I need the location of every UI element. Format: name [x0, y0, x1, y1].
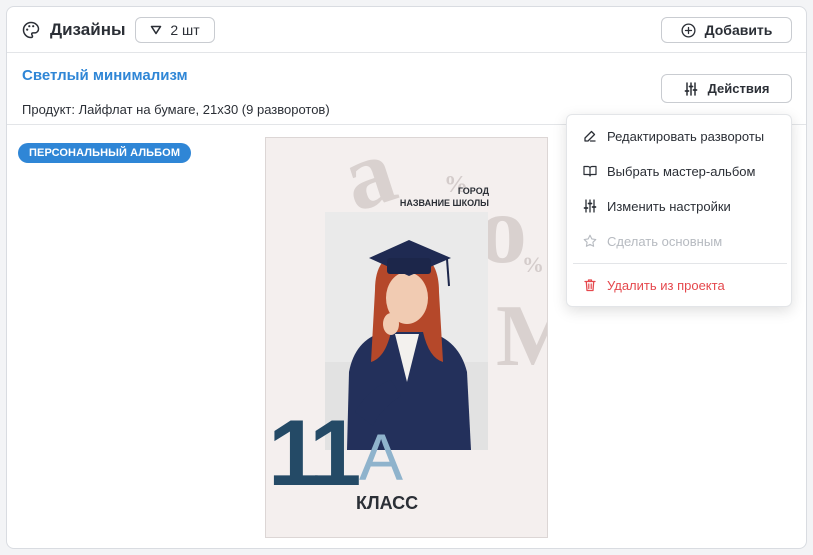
cover-decoration: M: [496, 286, 547, 387]
cover-class-number: 11: [268, 400, 361, 505]
cover-city-school: ГОРОД НАЗВАНИЕ ШКОЛЫ: [400, 185, 489, 209]
cover-class-word: КЛАСС: [356, 493, 419, 513]
menu-item-label: Удалить из проекта: [607, 277, 725, 293]
actions-menu: Редактировать развороты Выбрать мастер-а…: [566, 114, 792, 307]
design-name-link[interactable]: Светлый минимализм: [22, 67, 188, 84]
caret-down-icon: [151, 25, 162, 35]
album-cover-preview[interactable]: а o M % % ГОРОД НАЗВАНИЕ ШКОЛЫ: [265, 137, 548, 538]
page-title: Дизайны: [50, 20, 126, 39]
sliders-icon: [583, 199, 597, 213]
actions-button[interactable]: Действия: [661, 74, 792, 103]
edit-icon: [584, 130, 596, 142]
designs-card: Дизайны 2 шт Добавить Светлый минимализм…: [6, 6, 807, 549]
design-count-label: 2 шт: [170, 22, 200, 38]
menu-item-edit-spreads[interactable]: Редактировать развороты: [567, 119, 791, 153]
design-count-dropdown[interactable]: 2 шт: [135, 17, 215, 43]
menu-item-make-primary: Сделать основным: [567, 224, 791, 258]
palette-icon: [22, 21, 40, 39]
cover-decoration: %: [522, 252, 544, 277]
menu-item-label: Сделать основным: [607, 233, 723, 249]
design-product: Продукт: Лайфлат на бумаге, 21х30 (9 раз…: [22, 102, 330, 117]
plus-circle-icon: [681, 22, 696, 38]
star-icon: [583, 234, 597, 247]
sliders-icon: [684, 81, 697, 96]
add-design-label: Добавить: [704, 22, 773, 38]
cover-class-letter: А: [359, 420, 404, 494]
cover-school: НАЗВАНИЕ ШКОЛЫ: [399, 198, 489, 208]
actions-label: Действия: [707, 81, 770, 96]
menu-item-delete-from-project[interactable]: Удалить из проекта: [567, 268, 791, 302]
cover-city: ГОРОД: [457, 186, 489, 196]
album-type-badge: ПЕРСОНАЛЬНЫЙ АЛЬБОМ: [18, 143, 192, 163]
menu-divider: [573, 263, 787, 264]
add-design-button[interactable]: Добавить: [661, 17, 792, 43]
trash-icon: [584, 279, 596, 292]
menu-item-label: Редактировать развороты: [607, 128, 765, 144]
designs-header: Дизайны 2 шт Добавить: [7, 7, 806, 53]
menu-item-choose-master-album[interactable]: Выбрать мастер-альбом: [567, 154, 791, 188]
menu-item-label: Изменить настройки: [607, 198, 731, 214]
menu-item-label: Выбрать мастер-альбом: [607, 163, 756, 179]
book-icon: [583, 165, 597, 177]
menu-item-change-settings[interactable]: Изменить настройки: [567, 189, 791, 223]
